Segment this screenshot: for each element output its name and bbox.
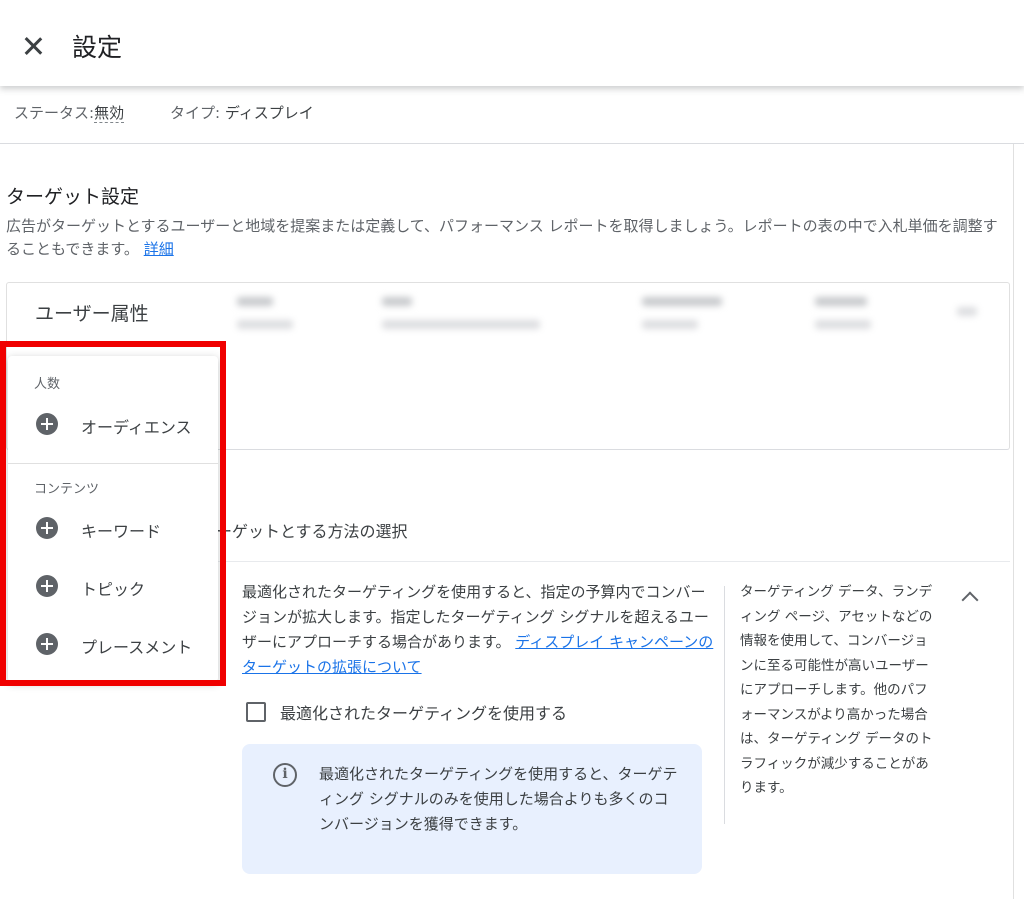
type-info: タイプ: ディスプレイ — [170, 102, 314, 123]
optimized-targeting-checkbox-row[interactable]: 最適化されたターゲティングを使用する — [246, 699, 567, 725]
blurred-demographics-row — [217, 285, 1007, 339]
targeting-method-title: ーゲットとする方法の選択 — [216, 522, 408, 541]
plus-circle-icon — [36, 575, 58, 597]
details-link[interactable]: 詳細 — [144, 240, 174, 258]
page-title: 設定 — [72, 33, 123, 62]
menu-item-label: キーワード — [81, 522, 162, 541]
chevron-up-icon[interactable] — [958, 585, 982, 609]
plus-circle-icon — [36, 633, 58, 655]
menu-item-label: オーディエンス — [81, 418, 192, 437]
type-label: タイプ: — [170, 104, 221, 122]
method-divider — [216, 561, 1010, 562]
plus-circle-icon — [36, 517, 58, 539]
status-info: ステータス:無効 — [14, 102, 125, 123]
add-targeting-menu: 人数 オーディエンス コンテンツ キーワード トピック プレースメント — [8, 356, 218, 682]
info-box: i 最適化されたターゲティングを使用すると、ターゲティング シグナルのみを使用し… — [242, 744, 702, 874]
type-value: ディスプレイ — [224, 104, 314, 122]
info-text: 最適化されたターゲティングを使用すると、ターゲティング シグナルのみを使用した場… — [319, 765, 678, 833]
menu-item-placement[interactable]: プレースメント — [8, 623, 218, 667]
menu-group-label-content: コンテンツ — [34, 482, 100, 497]
demographics-card-title: ユーザー属性 — [35, 303, 149, 325]
status-label: ステータス: — [14, 104, 95, 122]
menu-group-label-people: 人数 — [34, 377, 61, 392]
menu-item-keyword[interactable]: キーワード — [8, 507, 218, 551]
plus-circle-icon — [36, 413, 58, 435]
section-title: ターゲット設定 — [6, 186, 140, 208]
scroll-divider — [1013, 144, 1014, 899]
optimized-side-description: ターゲティング データ、ランディング ページ、アセットなどの情報を使用して、コン… — [740, 584, 933, 796]
close-icon[interactable] — [20, 33, 46, 59]
menu-divider — [8, 463, 218, 464]
section-description: 広告がターゲットとするユーザーと地域を提案または定義して、パフォーマンス レポー… — [6, 215, 1006, 261]
optimized-targeting-checkbox[interactable] — [246, 702, 266, 722]
menu-item-label: トピック — [81, 580, 146, 599]
optimized-targeting-checkbox-label: 最適化されたターゲティングを使用する — [280, 704, 568, 723]
menu-item-topic[interactable]: トピック — [8, 565, 218, 609]
menu-item-label: プレースメント — [81, 638, 193, 657]
status-bar: ステータス:無効 タイプ: ディスプレイ — [0, 86, 1024, 144]
menu-item-audience[interactable]: オーディエンス — [8, 403, 218, 447]
optimized-targeting-description: 最適化されたターゲティングを使用すると、指定の予算内でコンバージョンが拡大します… — [242, 580, 718, 680]
info-icon: i — [273, 763, 297, 787]
header: 設定 — [0, 0, 1024, 86]
column-divider — [724, 586, 725, 824]
status-value[interactable]: 無効 — [94, 104, 125, 123]
